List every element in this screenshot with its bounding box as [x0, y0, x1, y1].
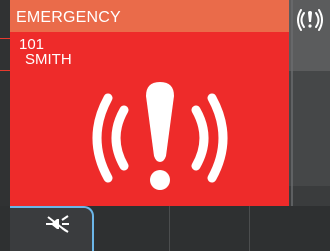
softkey-2[interactable]: [94, 206, 170, 251]
left-edge-strip: [0, 0, 10, 206]
emergency-alert-panel: EMERGENCY 101 SMITH: [10, 0, 289, 206]
alert-title: EMERGENCY: [16, 9, 121, 26]
line-marker: [0, 38, 10, 39]
speaker-mute-icon: [46, 215, 69, 233]
line-marker: [0, 70, 10, 71]
softkey-mute[interactable]: [10, 206, 94, 251]
softkey-4[interactable]: [250, 206, 330, 251]
status-bar-highlight: [291, 0, 293, 206]
caller-name: SMITH: [25, 51, 72, 68]
alarm-ringing-icon: [297, 9, 323, 31]
softkey-3[interactable]: [170, 206, 250, 251]
right-status-bar: [289, 0, 330, 206]
status-bar-middle: [289, 71, 330, 186]
alert-title-bar: EMERGENCY: [10, 0, 289, 32]
softkey-bar: [0, 206, 330, 251]
phone-screen: EMERGENCY 101 SMITH: [0, 0, 330, 251]
emergency-alarm-icon: [92, 82, 228, 190]
